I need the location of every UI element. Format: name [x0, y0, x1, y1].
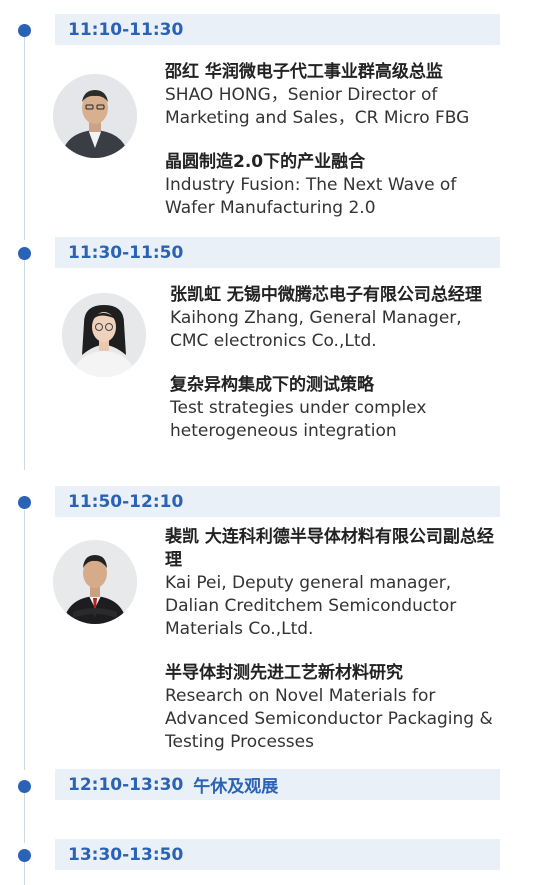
- topic-cn: 半导体封测先进工艺新材料研究: [165, 663, 403, 683]
- timeline-dot-icon: [18, 24, 31, 37]
- timeline-dot-icon: [18, 496, 31, 509]
- topic-en: Research on Novel Materials for Advanced…: [165, 686, 493, 752]
- session-details: 邵红 华润微电子代工事业群高级总监 SHAO HONG，Senior Direc…: [165, 61, 505, 220]
- timeline-line: [24, 793, 25, 843]
- topic-cn: 晶圆制造2.0下的产业融合: [165, 152, 366, 172]
- time-bar: 13:30-13:50: [55, 839, 500, 870]
- time-bar: 11:10-11:30: [55, 14, 500, 45]
- session-details: 张凯虹 无锡中微腾芯电子有限公司总经理 Kaihong Zhang, Gener…: [170, 284, 495, 443]
- speaker-avatar: [53, 74, 137, 158]
- topic-en: Test strategies under complex heterogene…: [170, 398, 427, 441]
- speaker-name-cn: 邵红 华润微电子代工事业群高级总监: [165, 62, 443, 82]
- timeline-line: [24, 37, 25, 240]
- speaker-name-cn: 张凯虹 无锡中微腾芯电子有限公司总经理: [170, 285, 482, 305]
- speaker-name-en: Kai Pei, Deputy general manager, Dalian …: [165, 573, 457, 639]
- person-photo-icon: [62, 293, 146, 377]
- session-time: 11:30-11:50: [68, 242, 184, 263]
- break-time: 12:10-13:30: [68, 774, 184, 795]
- session-time: 11:10-11:30: [68, 19, 184, 40]
- topic-cn: 复杂异构集成下的测试策略: [170, 375, 374, 395]
- timeline-line: [24, 510, 25, 770]
- person-photo-icon: [53, 74, 137, 158]
- break-label: 午休及观展: [193, 777, 279, 797]
- speaker-avatar: [62, 293, 146, 377]
- time-bar: 11:30-11:50: [55, 237, 500, 268]
- timeline-line: [24, 862, 25, 885]
- speaker-name-cn: 裴凯 大连科利德半导体材料有限公司副总经理: [165, 527, 494, 570]
- person-photo-icon: [53, 540, 137, 624]
- timeline-line: [24, 260, 25, 470]
- speaker-name-en: Kaihong Zhang, General Manager, CMC elec…: [170, 308, 462, 351]
- time-bar: 11:50-12:10: [55, 486, 500, 517]
- timeline-dot-icon: [18, 247, 31, 260]
- topic-en: Industry Fusion: The Next Wave of Wafer …: [165, 175, 457, 218]
- speaker-avatar: [53, 540, 137, 624]
- session-time: 11:50-12:10: [68, 491, 184, 512]
- session-details: 裴凯 大连科利德半导体材料有限公司副总经理 Kai Pei, Deputy ge…: [165, 526, 505, 754]
- speaker-name-en: SHAO HONG，Senior Director of Marketing a…: [165, 85, 470, 128]
- timeline-dot-icon: [18, 849, 31, 862]
- timeline-dot-icon: [18, 780, 31, 793]
- session-time: 13:30-13:50: [68, 844, 184, 865]
- break-bar: 12:10-13:30 午休及观展: [55, 769, 500, 800]
